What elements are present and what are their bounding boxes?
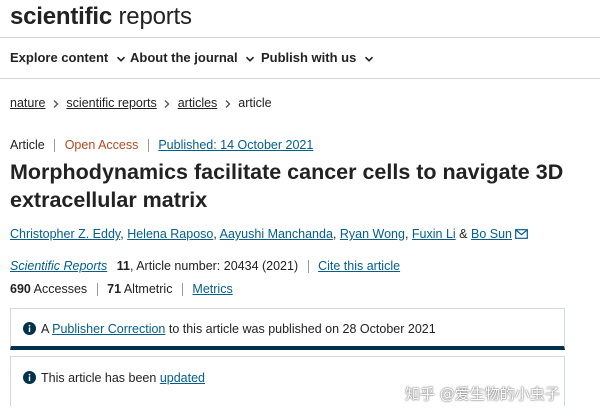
author-link[interactable]: Aayushi Manchanda: [220, 227, 333, 241]
author-separator: &: [455, 227, 471, 241]
chevron-down-icon: [116, 54, 126, 64]
updated-prefix: This article has been: [41, 371, 160, 385]
metrics-link[interactable]: Metrics: [192, 282, 232, 296]
nav-about-label: About the journal: [130, 50, 238, 65]
author-list: Christopher Z. Eddy, Helena Raposo, Aayu…: [10, 227, 528, 242]
nav-publish-with-us[interactable]: Publish with us: [261, 50, 374, 65]
info-icon: [23, 322, 36, 335]
nav-explore-content[interactable]: Explore content: [10, 50, 126, 65]
author-separator: ,: [332, 227, 340, 241]
publisher-correction-notice: A Publisher Correction to this article w…: [10, 308, 565, 350]
watermark: 知乎 @爱生物的小虫子: [405, 385, 560, 403]
info-icon: [23, 371, 36, 384]
author-link[interactable]: Ryan Wong: [340, 227, 405, 241]
divider: [307, 260, 309, 274]
updated-link[interactable]: updated: [160, 371, 205, 385]
breadcrumb-articles[interactable]: articles: [178, 96, 218, 110]
published-date-link[interactable]: Published: 14 October 2021: [158, 138, 313, 152]
logo-light: reports: [118, 3, 192, 30]
article-meta: Article Open Access Published: 14 Octobe…: [10, 138, 313, 153]
journal-logo[interactable]: scientific reports: [10, 3, 192, 31]
nav-publish-label: Publish with us: [261, 50, 357, 65]
author-link[interactable]: Bo Sun: [471, 227, 512, 241]
logo-bold: scientific: [10, 3, 113, 30]
divider: [181, 283, 183, 297]
site-header: scientific reports: [0, 0, 600, 38]
correction-suffix: to this article was published on 28 Octo…: [165, 322, 436, 336]
publisher-correction-link[interactable]: Publisher Correction: [52, 322, 165, 336]
accesses-label: Accesses: [33, 282, 88, 296]
breadcrumb: nature scientific reports articles artic…: [10, 96, 272, 110]
chevron-right-icon: [160, 96, 174, 110]
open-access-label: Open Access: [64, 138, 139, 152]
author-separator: ,: [404, 227, 412, 241]
author-link[interactable]: Fuxin Li: [412, 227, 456, 241]
breadcrumb-current: article: [238, 96, 272, 110]
divider: [147, 139, 149, 153]
breadcrumb-scientific-reports[interactable]: scientific reports: [66, 96, 156, 110]
chevron-down-icon: [245, 54, 255, 64]
mail-icon[interactable]: [515, 228, 528, 242]
citation-line: Scientific Reports 11, Article number: 2…: [10, 259, 400, 274]
chevron-right-icon: [49, 96, 63, 110]
metrics-line: 690 Accesses 71 Altmetric Metrics: [10, 282, 233, 297]
altmetric-count: 71: [107, 282, 122, 296]
author-link[interactable]: Christopher Z. Eddy: [10, 227, 120, 241]
chevron-right-icon: [221, 96, 235, 110]
nav-explore-label: Explore content: [10, 50, 109, 65]
divider: [96, 283, 98, 297]
altmetric-label: Altmetric: [123, 282, 173, 296]
correction-prefix: A: [41, 322, 53, 336]
journal-link[interactable]: Scientific Reports: [10, 259, 107, 273]
article-type: Article: [10, 138, 45, 152]
accesses-count: 690: [10, 282, 31, 296]
chevron-down-icon: [364, 54, 374, 64]
cite-this-article-link[interactable]: Cite this article: [318, 259, 400, 273]
divider: [54, 139, 56, 153]
nav-about-journal[interactable]: About the journal: [130, 50, 255, 65]
volume-number: 11: [116, 259, 130, 273]
main-nav: Explore content About the journal Publis…: [0, 38, 600, 79]
article-title: Morphodynamics facilitate cancer cells t…: [10, 160, 564, 212]
breadcrumb-nature[interactable]: nature: [10, 96, 45, 110]
author-link[interactable]: Helena Raposo: [127, 227, 213, 241]
article-number: , Article number: 20434 (2021): [129, 259, 299, 273]
